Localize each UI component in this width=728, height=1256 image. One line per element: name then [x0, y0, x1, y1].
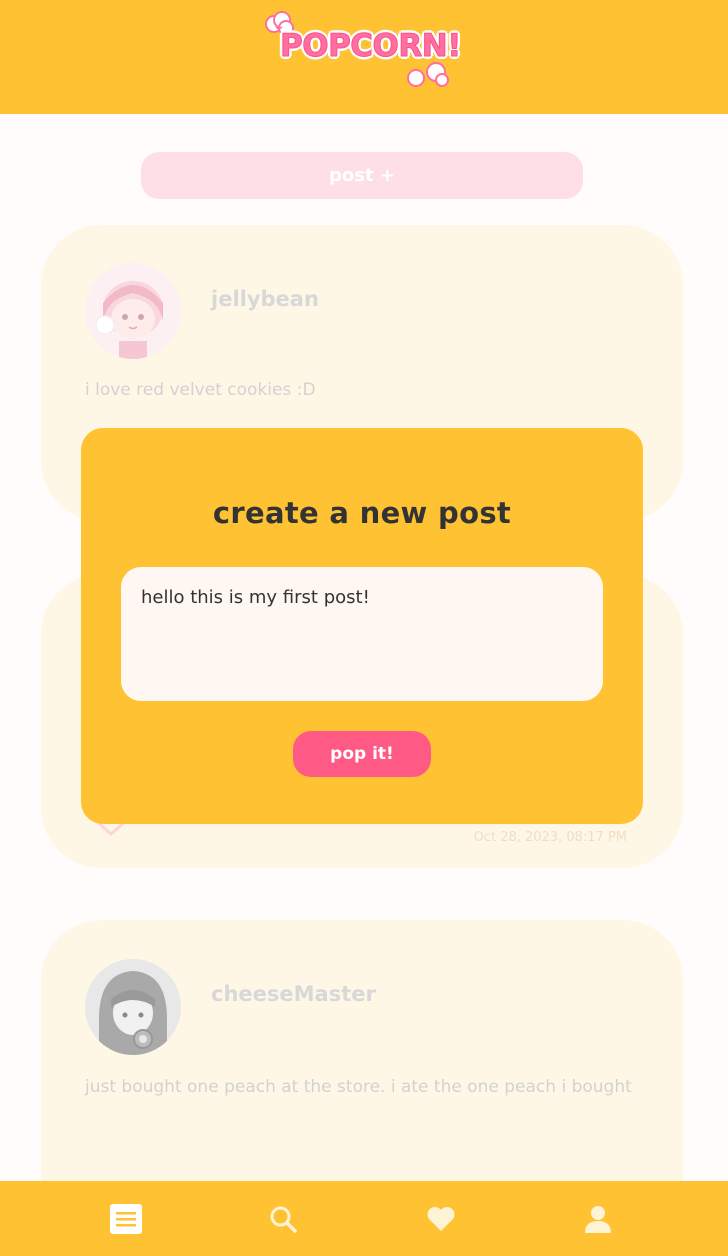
- modal-title: create a new post: [212, 496, 512, 530]
- post-timestamp: Oct 28, 2023, 08:17 PM: [473, 830, 627, 845]
- heart-icon: [427, 1206, 455, 1231]
- avatar[interactable]: [85, 959, 181, 1055]
- avatar[interactable]: [85, 263, 181, 359]
- nav-search[interactable]: [243, 1181, 323, 1256]
- feed-icon: [110, 1203, 142, 1234]
- nav-likes[interactable]: [401, 1181, 481, 1256]
- profile-icon: [585, 1205, 611, 1233]
- logo-text: POPCORN!: [280, 28, 462, 65]
- pop-it-button[interactable]: pop it!: [293, 731, 431, 777]
- post-username[interactable]: cheeseMaster: [211, 982, 376, 1006]
- bottom-nav: [0, 1181, 728, 1256]
- nav-profile[interactable]: [558, 1181, 638, 1256]
- post-text: i love red velvet cookies :D: [85, 380, 316, 400]
- app-header: POPCORN!: [0, 0, 728, 114]
- popcorn-logo[interactable]: POPCORN!: [264, 10, 464, 90]
- post-content-input[interactable]: hello this is my first post!: [121, 567, 603, 701]
- popcorn-kernel-icon: [407, 62, 449, 87]
- create-post-modal: create a new post hello this is my first…: [81, 428, 643, 824]
- post-text: just bought one peach at the store. i at…: [85, 1077, 632, 1097]
- nav-feed[interactable]: [86, 1181, 166, 1256]
- post-username[interactable]: jellybean: [211, 287, 319, 311]
- search-icon: [270, 1206, 297, 1233]
- new-post-button[interactable]: post +: [141, 152, 583, 199]
